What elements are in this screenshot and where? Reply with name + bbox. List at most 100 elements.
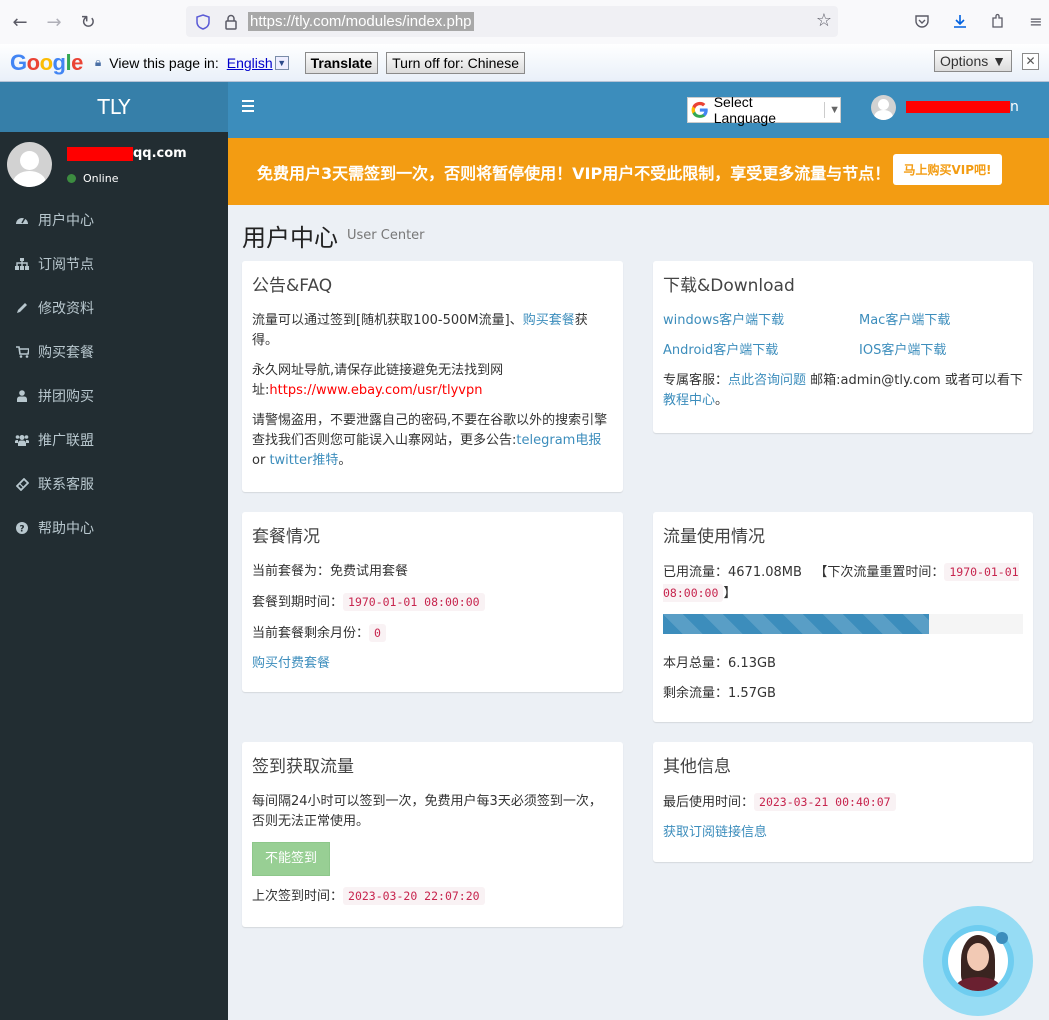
plan-months: 当前套餐剩余月份： 0 <box>252 623 613 644</box>
current-plan: 当前套餐为：免费试用套餐 <box>252 564 409 579</box>
user-panel: qq.com Online <box>0 132 228 198</box>
buy-plan-link[interactable]: 购买套餐 <box>523 313 575 328</box>
users-icon <box>15 433 29 447</box>
page-subtitle: User Center <box>347 228 425 243</box>
chevron-down-icon: ▼ <box>829 104 840 116</box>
traffic-box: 流量使用情况 已用流量：4671.08MB 【下次流量重置时间： 1970-01-… <box>653 512 1033 722</box>
other-info-box: 其他信息 最后使用时间： 2023-03-21 00:40:07 获取订阅链接信息 <box>653 742 1033 862</box>
turn-off-translate-button[interactable]: Turn off for: Chinese <box>386 51 525 74</box>
language-select[interactable]: Select Language ▼ <box>687 94 841 126</box>
sidebar-item-support[interactable]: 联系客服 <box>0 462 228 506</box>
browser-toolbar: ← → ↻ https://tly.com/modules/index.php … <box>0 0 1049 44</box>
ios-download-link[interactable]: IOS客户端下载 <box>859 341 1023 361</box>
plan-box: 套餐情况 当前套餐为：免费试用套餐 套餐到期时间： 1970-01-01 08:0… <box>242 512 623 692</box>
traffic-progress-fill <box>663 614 930 634</box>
sidebar-item-group-buy[interactable]: 拼团购买 <box>0 374 228 418</box>
forward-button[interactable]: → <box>40 8 68 36</box>
subscription-link[interactable]: 获取订阅链接信息 <box>663 825 767 840</box>
traffic-used: 已用流量：4671.08MB 【下次流量重置时间： 1970-01-01 08:0… <box>663 563 1019 602</box>
sidebar-item-user-center[interactable]: 用户中心 <box>0 198 228 242</box>
sidebar-item-shop[interactable]: 购买套餐 <box>0 330 228 374</box>
sidebar-menu: 用户中心 订阅节点 修改资料 购买套餐 拼团购买 推广联盟 联系客服 ? 帮助中… <box>0 198 228 550</box>
pocket-icon[interactable] <box>909 8 935 34</box>
sidebar: TLY qq.com Online 用户中心 订阅节点 修改资料 购买套餐 拼团… <box>0 82 228 1020</box>
traffic-total: 本月总量：6.13GB <box>663 656 776 671</box>
svg-text:?: ? <box>19 525 24 535</box>
page-title: 用户中心 <box>242 224 338 252</box>
box-title: 套餐情况 <box>252 527 320 547</box>
reload-button[interactable]: ↻ <box>74 8 102 36</box>
google-logo: Google <box>10 49 83 75</box>
checkin-button[interactable]: 不能签到 <box>252 842 331 876</box>
translate-button[interactable]: Translate <box>304 51 379 74</box>
user-menu[interactable]: n <box>906 99 1019 115</box>
close-icon[interactable]: ✕ <box>1022 53 1039 70</box>
banner-text: 免费用户3天需签到一次，否则将暂停使用！VIP用户不受此限制，享受更多流量与节点… <box>257 164 891 183</box>
user-icon <box>15 389 29 403</box>
buy-paid-plan-link[interactable]: 购买付费套餐 <box>252 656 330 671</box>
windows-download-link[interactable]: windows客户端下载 <box>663 311 859 331</box>
faq-paragraph: 永久网址导航,请保存此链接避免无法找到网址:https://www.ebay.c… <box>252 363 504 398</box>
online-status: Online <box>67 172 118 185</box>
google-g-icon <box>691 101 708 118</box>
cart-icon <box>15 345 29 359</box>
sidebar-toggle-icon[interactable] <box>242 100 254 115</box>
support-link[interactable]: 点此咨询问题 <box>728 373 806 388</box>
sitemap-icon <box>15 257 29 271</box>
brand-logo[interactable]: TLY <box>0 82 228 132</box>
back-button[interactable]: ← <box>6 8 34 36</box>
extensions-icon[interactable] <box>985 8 1011 34</box>
last-checkin-time: 2023-03-20 22:07:20 <box>343 887 485 905</box>
url-text[interactable]: https://tly.com/modules/index.php <box>248 12 474 31</box>
box-title: 其他信息 <box>663 757 731 777</box>
language-select-label: Select Language <box>713 94 777 126</box>
plan-expire: 套餐到期时间： 1970-01-01 08:00:00 <box>252 592 613 613</box>
sidebar-item-profile[interactable]: 修改资料 <box>0 286 228 330</box>
ticket-icon <box>15 477 29 491</box>
android-download-link[interactable]: Android客户端下载 <box>663 341 859 361</box>
telegram-link[interactable]: telegram电报 <box>516 433 601 448</box>
last-used-time: 2023-03-21 00:40:07 <box>754 793 896 811</box>
user-avatar[interactable] <box>871 95 896 120</box>
twitter-link[interactable]: twitter推特 <box>269 453 338 468</box>
box-title: 公告&FAQ <box>252 276 333 296</box>
last-used: 最后使用时间： 2023-03-21 00:40:07 <box>663 792 1023 813</box>
language-dropdown-icon[interactable]: ▼ <box>274 55 289 70</box>
status-dot-icon <box>67 174 76 183</box>
translate-language-link[interactable]: English <box>227 55 273 71</box>
faq-box: 公告&FAQ 流量可以通过签到[随机获取100-500M流量]、购买套餐获得。 … <box>242 261 623 492</box>
mac-download-link[interactable]: Mac客户端下载 <box>859 311 1023 331</box>
tutorial-link[interactable]: 教程中心 <box>663 393 715 408</box>
customer-service-chat-button[interactable] <box>923 906 1033 1016</box>
faq-paragraph: 请警惕盗用，不要泄露自己的密码,不要在谷歌以外的搜索引擎查找我们否则您可能误入山… <box>252 413 608 468</box>
question-circle-icon: ? <box>15 521 29 535</box>
checkin-description: 每间隔24小时可以签到一次，免费用户每3天必须签到一次，否则无法正常使用。 <box>252 794 602 829</box>
avatar <box>7 142 52 187</box>
download-box: 下载&Download windows客户端下载 Mac客户端下载 Androi… <box>653 261 1033 433</box>
redacted-block <box>67 146 133 161</box>
notification-dot-icon <box>996 932 1008 944</box>
buy-vip-button[interactable]: 马上购买VIP吧! <box>893 154 1002 185</box>
download-icon[interactable] <box>947 8 973 34</box>
sidebar-item-affiliate[interactable]: 推广联盟 <box>0 418 228 462</box>
menu-icon[interactable]: ≡ <box>1023 8 1049 34</box>
translate-label: View this page in: <box>109 54 219 71</box>
dashboard-icon <box>15 213 29 227</box>
translate-bar: Google 🔒︎ View this page in: English ▼ T… <box>0 44 1049 82</box>
top-navbar: Select Language ▼ n <box>228 82 1049 138</box>
vip-notice-banner: 免费用户3天需签到一次，否则将暂停使用！VIP用户不受此限制，享受更多流量与节点… <box>228 138 1049 205</box>
sidebar-item-help[interactable]: ? 帮助中心 <box>0 506 228 550</box>
bookmark-star-icon[interactable]: ☆ <box>816 10 832 31</box>
address-bar[interactable]: https://tly.com/modules/index.php ☆ <box>186 6 838 37</box>
checkin-box: 签到获取流量 每间隔24小时可以签到一次，免费用户每3天必须签到一次，否则无法正… <box>242 742 623 927</box>
permanent-url-link[interactable]: https://www.ebay.com/usr/tlyvpn <box>269 383 482 398</box>
last-checkin: 上次签到时间： 2023-03-20 22:07:20 <box>252 886 613 907</box>
months-remaining: 0 <box>369 624 386 642</box>
translate-options-button[interactable]: Options ▼ <box>934 50 1012 72</box>
shield-icon[interactable] <box>192 11 214 33</box>
lock-icon: 🔒︎ <box>94 55 102 69</box>
sidebar-item-nodes[interactable]: 订阅节点 <box>0 242 228 286</box>
redacted-block <box>906 101 1010 113</box>
faq-paragraph: 流量可以通过签到[随机获取100-500M流量]、购买套餐获得。 <box>252 313 588 348</box>
lock-icon[interactable] <box>220 11 242 33</box>
